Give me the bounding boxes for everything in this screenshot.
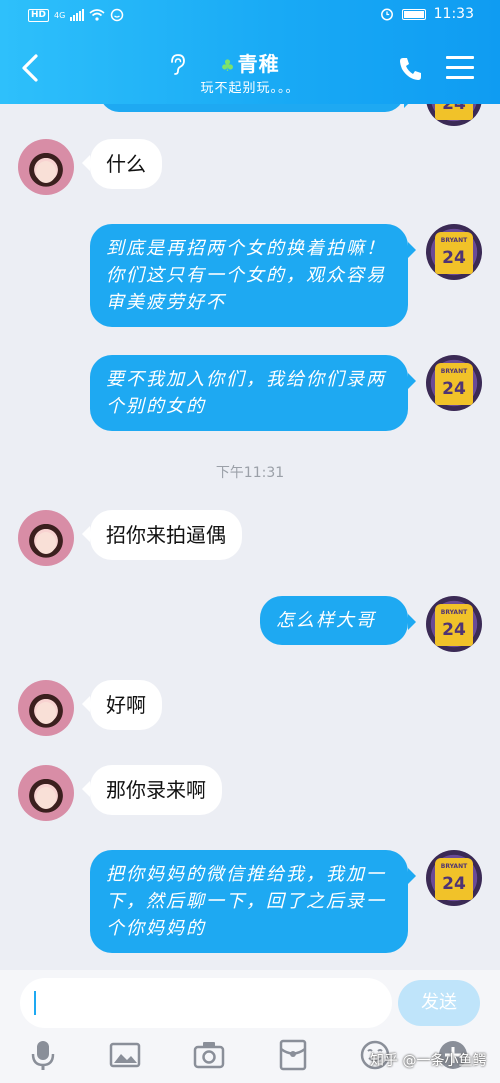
composer-bar: 发送 知乎 @一条小鱼鳄: [0, 970, 500, 1083]
message-bubble-outgoing[interactable]: 把你妈妈的微信推给我，我加一下，然后聊一下，回了之后录一个你妈妈的: [90, 850, 416, 953]
message-bubble-outgoing[interactable]: 到底是再招两个女的换着拍嘛！你们这只有一个女的，观众容易审美疲劳好不: [90, 224, 416, 327]
my-avatar[interactable]: BRYANT 24: [426, 850, 482, 906]
contact-avatar[interactable]: [18, 139, 74, 195]
status-bar: HD 4G 11:33: [0, 6, 500, 28]
my-avatar[interactable]: BRYANT 24: [426, 224, 482, 280]
image-icon[interactable]: [108, 1038, 142, 1072]
sprout-icon: ♣: [220, 56, 236, 75]
red-packet-icon[interactable]: [276, 1038, 310, 1072]
wifi-icon: [89, 9, 105, 21]
partial-message-bubble: [100, 104, 412, 112]
camera-icon[interactable]: [192, 1038, 226, 1072]
status-time: 11:33: [433, 6, 474, 22]
watermark: 知乎 @一条小鱼鳄: [370, 1053, 487, 1069]
message-list[interactable]: 24 什么 到底是再招两个女的换着拍嘛！你们这只有一个女的，观众容易审美疲劳好不…: [0, 104, 500, 970]
message-bubble-incoming[interactable]: 招你来拍逼偶: [82, 510, 242, 560]
menu-icon[interactable]: [446, 56, 474, 80]
text-caret: [34, 991, 36, 1015]
send-button[interactable]: 发送: [398, 980, 480, 1026]
my-avatar[interactable]: BRYANT 24: [426, 596, 482, 652]
signal-icon: [70, 9, 85, 21]
message-bubble-incoming[interactable]: 什么: [82, 139, 162, 189]
contact-avatar[interactable]: [18, 510, 74, 566]
message-bubble-outgoing[interactable]: 怎么样大哥: [260, 596, 416, 645]
network-type: 4G: [54, 10, 66, 20]
contact-avatar[interactable]: [18, 680, 74, 736]
chat-notification-icon: [111, 8, 124, 22]
message-timestamp: 下午11:31: [215, 465, 285, 481]
message-bubble-outgoing[interactable]: 要不我加入你们，我给你们录两个别的女的: [90, 355, 416, 431]
hd-badge: HD: [28, 8, 50, 22]
my-avatar[interactable]: BRYANT 24: [426, 355, 482, 411]
contact-name: 青稚: [237, 52, 280, 76]
message-input[interactable]: [20, 978, 392, 1028]
battery-icon: [401, 8, 426, 20]
my-avatar[interactable]: 24: [426, 104, 482, 126]
message-bubble-incoming[interactable]: 好啊: [82, 680, 162, 730]
top-bar: HD 4G 11:33 ♣ 青稚 玩不起别玩。。。: [0, 0, 500, 104]
microphone-icon[interactable]: [26, 1038, 60, 1072]
message-bubble-incoming[interactable]: 那你录来啊: [82, 765, 222, 815]
alarm-icon: [380, 8, 393, 21]
contact-avatar[interactable]: [18, 765, 74, 821]
phone-icon[interactable]: [396, 54, 426, 84]
